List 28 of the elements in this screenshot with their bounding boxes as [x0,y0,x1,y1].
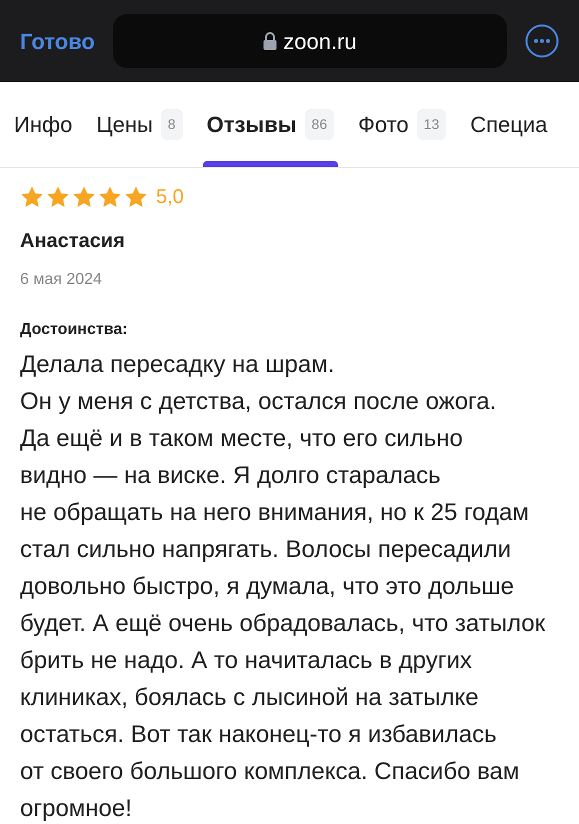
star-icon [98,185,122,209]
tab-count: 8 [160,109,183,140]
tab-label: Инфо [14,111,72,139]
tab-label: Специа [470,111,548,139]
address-bar[interactable]: zoon.ru [112,14,507,68]
review-date: 6 мая 2024 [20,270,103,290]
tab[interactable]: Цены 8 [96,82,183,167]
tab[interactable]: Специа [470,82,548,167]
tab[interactable]: Инфо [14,82,72,167]
tab[interactable]: Фото 13 [358,82,446,167]
author-name: Анастасия [20,229,126,254]
tab-label: Цены [96,111,153,139]
tab-count: 13 [416,109,446,140]
rating-value: 5,0 [156,185,184,210]
lock-icon [263,32,278,50]
tab-label: Фото [358,111,409,139]
star-icon [46,185,70,209]
star-icon [20,185,44,209]
tab-count: 86 [304,109,334,140]
star-icon [124,185,148,209]
section-title: Достоинства: [20,320,129,340]
star-icon [72,185,96,209]
url-text: zoon.ru [283,28,357,56]
more-icon[interactable] [525,24,559,58]
review-text: Делала пересадку на шрам. Он у меня с детства, остался после ожога. Да ещё и в таком месте, что его сильно видно — на виске. Я долго старалась не обращать на него внимания, но к 25 годам стал сильно напрягать. Волосы пересадили довольно быстро, я думала, что это дольше будет. А ещё очень обрадовалась, что затылок брить не надо. А то начиталась в других клиниках, боялась с лысиной на затылке остаться. Вот так наконец-то я избавилась от своего большого комплекса. Спасибо вам огромное! [20,350,546,824]
tab[interactable]: Отзывы 86 [206,82,334,167]
tab-label: Отзывы [206,111,297,139]
done-button[interactable]: Готово [20,24,95,58]
